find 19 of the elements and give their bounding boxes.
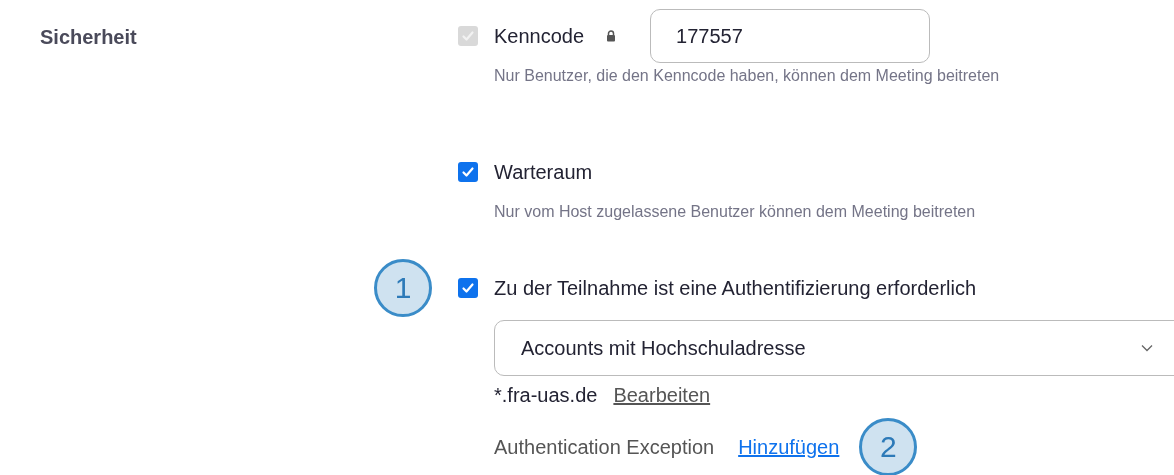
lock-icon xyxy=(606,30,617,42)
option-description: Nur Benutzer, die den Kenncode haben, können dem Meeting beitreten xyxy=(494,66,1001,86)
edit-link[interactable]: Bearbeiten xyxy=(613,380,711,410)
exception-label: Authentication Exception xyxy=(494,435,715,460)
check-icon xyxy=(461,281,475,295)
callout-marker: 1 xyxy=(374,259,432,317)
option-description: Nur vom Host zugelassene Benutzer können dem Meeting beitreten xyxy=(494,202,977,222)
option-label: Warteraum xyxy=(494,160,593,185)
check-icon xyxy=(461,165,475,179)
domain-text: *.fra-uas.de xyxy=(494,383,598,408)
add-link[interactable]: Hinzufügen xyxy=(738,432,840,462)
option-label: Zu der Teilnahme ist eine Authentifizierung erforderlich xyxy=(494,276,977,301)
option-label: Kenncode xyxy=(494,24,585,49)
chevron-down-icon xyxy=(1141,344,1153,352)
section-label: Sicherheit xyxy=(40,26,137,48)
callout-marker: 2 xyxy=(859,418,918,475)
checkbox[interactable] xyxy=(458,162,478,182)
auth-select[interactable]: Accounts mit Hochschuladresse xyxy=(494,320,1174,376)
checkbox[interactable] xyxy=(458,278,478,298)
